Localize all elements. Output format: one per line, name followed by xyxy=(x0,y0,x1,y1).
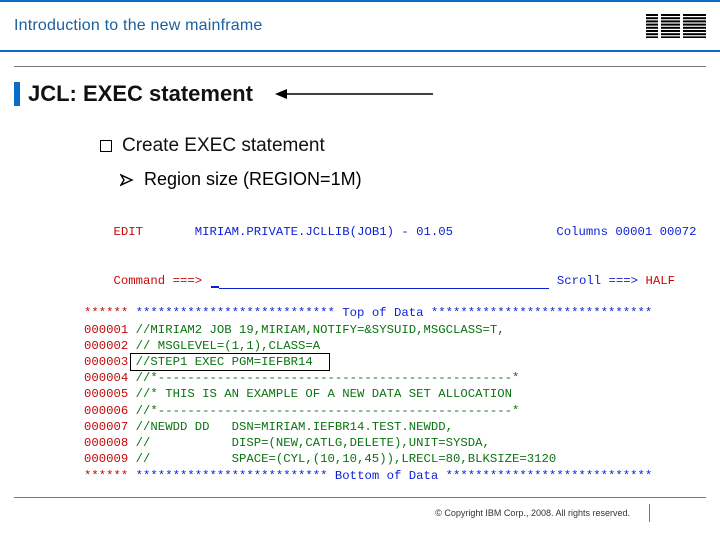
terminal-line: 000005 //* THIS IS AN EXAMPLE OF A NEW D… xyxy=(84,386,660,402)
terminal-edit-line: EDIT MIRIAM.PRIVATE.JCLLIB(JOB1) - 01.05… xyxy=(84,208,660,257)
line-seq: 000008 xyxy=(84,436,128,450)
slide-title: JCL: EXEC statement xyxy=(28,81,253,107)
bot-stars-left: ************************** xyxy=(136,469,328,483)
bottom-of-data-text: Bottom of Data xyxy=(328,469,446,483)
copyright-text: © Copyright IBM Corp., 2008. All rights … xyxy=(435,508,630,518)
terminal-line: 000004 //*------------------------------… xyxy=(84,370,660,386)
line-seq: 000007 xyxy=(84,420,128,434)
line-seq: 000009 xyxy=(84,452,128,466)
top-stars-right: ****************************** xyxy=(431,306,652,320)
header-title: Introduction to the new mainframe xyxy=(14,17,263,35)
terminal-line: 000007 //NEWDD DD DSN=MIRIAM.IEFBR14.TES… xyxy=(84,419,660,435)
footer-vertical-bar xyxy=(649,504,650,522)
slide-title-row: JCL: EXEC statement xyxy=(0,81,720,107)
terminal-line: 000002 // MSGLEVEL=(1,1),CLASS=A xyxy=(84,338,660,354)
line-code: // DISP=(NEW,CATLG,DELETE),UNIT=SYSDA, xyxy=(136,436,490,450)
line-code: //NEWDD DD DSN=MIRIAM.IEFBR14.TEST.NEWDD… xyxy=(136,420,453,434)
arrowhead-icon xyxy=(120,173,134,187)
cursor-icon xyxy=(211,286,219,288)
terminal-line: 000001 //MIRIAM2 JOB 19,MIRIAM,NOTIFY=&S… xyxy=(84,322,660,338)
square-bullet-icon xyxy=(100,140,112,152)
terminal-bottom-banner: ****** ************************** Bottom… xyxy=(84,468,660,484)
line-seq: 000004 xyxy=(84,371,128,385)
line-code: //*-------------------------------------… xyxy=(136,404,520,418)
terminal-block: EDIT MIRIAM.PRIVATE.JCLLIB(JOB1) - 01.05… xyxy=(84,208,660,484)
terminal-line: 000009 // SPACE=(CYL,(10,10,45)),LRECL=8… xyxy=(84,451,660,467)
slide-header: Introduction to the new mainframe xyxy=(0,0,720,50)
header-divider xyxy=(0,50,720,52)
terminal-top-banner: ****** *************************** Top o… xyxy=(84,305,660,321)
rule-top xyxy=(14,66,706,67)
line-seq: 000001 xyxy=(84,323,128,337)
dataset-name: MIRIAM.PRIVATE.JCLLIB(JOB1) - 01.05 xyxy=(195,225,453,239)
ibm-logo-icon xyxy=(646,14,706,38)
scroll-value: HALF xyxy=(645,274,675,288)
line-seq: 000005 xyxy=(84,387,128,401)
terminal-line: 000006 //*------------------------------… xyxy=(84,403,660,419)
bullet-sub-row: Region size (REGION=1M) xyxy=(100,169,706,190)
line-code: // MSGLEVEL=(1,1),CLASS=A xyxy=(136,339,320,353)
title-accent-bar xyxy=(14,82,20,106)
seq-top: ****** xyxy=(84,306,128,320)
terminal-line: 000003 //STEP1 EXEC PGM=IEFBR14 xyxy=(84,354,660,370)
line-seq: 000002 xyxy=(84,339,128,353)
scroll-label: Scroll ===> xyxy=(557,274,638,288)
line-code: //* THIS IS AN EXAMPLE OF A NEW DATA SET… xyxy=(136,387,512,401)
footer-rule xyxy=(14,497,706,498)
bullet-main-row: Create EXEC statement xyxy=(100,135,706,157)
bot-stars-right: **************************** xyxy=(446,469,653,483)
terminal-command-line: Command ===> Scroll ===> HALF xyxy=(84,257,660,306)
line-seq: 000006 xyxy=(84,404,128,418)
line-code: //MIRIAM2 JOB 19,MIRIAM,NOTIFY=&SYSUID,M… xyxy=(136,323,505,337)
line-seq: 000003 xyxy=(84,355,128,369)
terminal-code-lines: 000001 //MIRIAM2 JOB 19,MIRIAM,NOTIFY=&S… xyxy=(84,322,660,468)
command-input-underline xyxy=(219,277,549,289)
line-code: // SPACE=(CYL,(10,10,45)),LRECL=80,BLKSI… xyxy=(136,452,557,466)
command-label: Command ===> xyxy=(114,274,203,288)
body-content: Create EXEC statement Region size (REGIO… xyxy=(0,107,720,190)
bullet-main-text: Create EXEC statement xyxy=(122,135,325,157)
seq-bot: ****** xyxy=(84,469,128,483)
edit-label: EDIT xyxy=(114,225,144,239)
terminal-line: 000008 // DISP=(NEW,CATLG,DELETE),UNIT=S… xyxy=(84,435,660,451)
bullet-sub-text: Region size (REGION=1M) xyxy=(144,169,362,190)
arrow-left-icon xyxy=(275,87,435,101)
columns-label: Columns 00001 00072 xyxy=(556,225,696,239)
top-of-data-text: Top of Data xyxy=(335,306,431,320)
top-stars-left: *************************** xyxy=(136,306,335,320)
line-code: //*-------------------------------------… xyxy=(136,371,520,385)
line-code: //STEP1 EXEC PGM=IEFBR14 xyxy=(136,355,313,369)
